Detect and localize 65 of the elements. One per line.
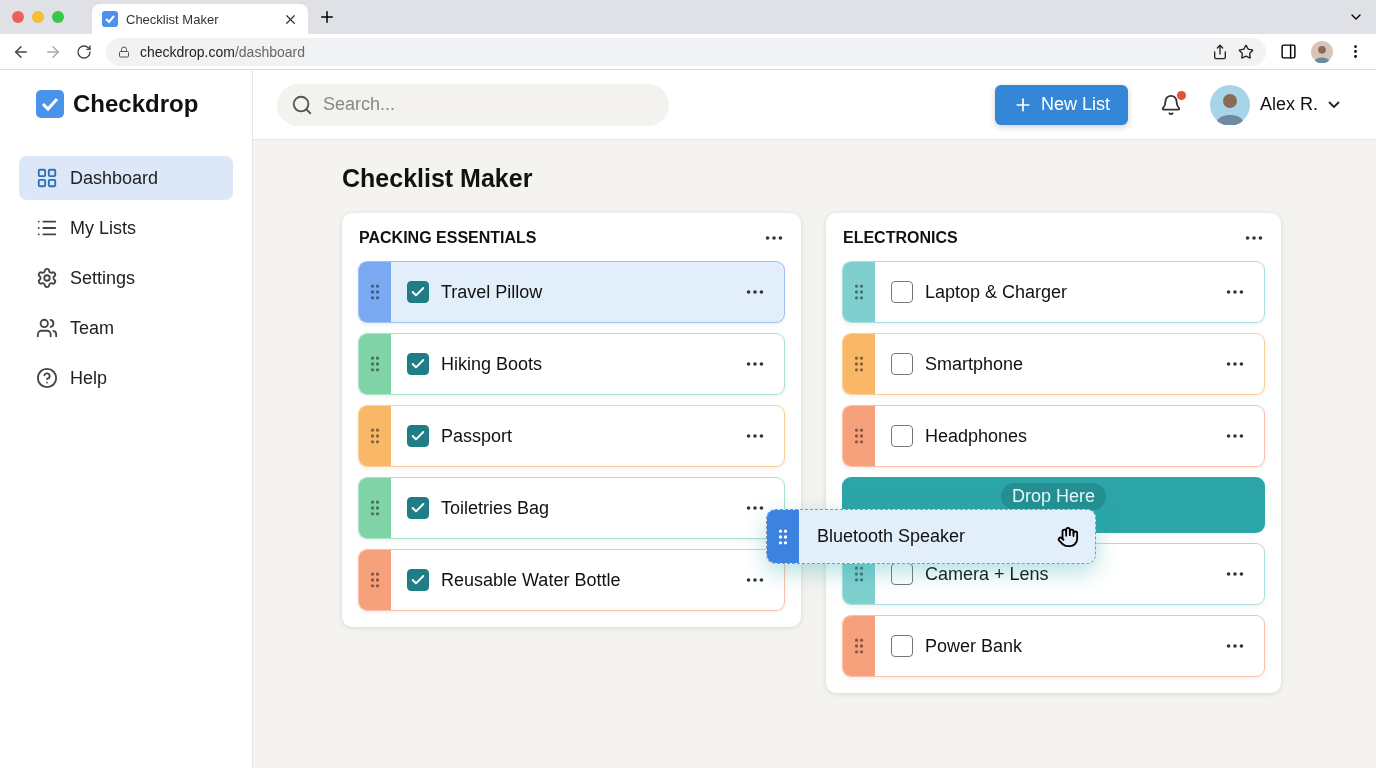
item-label: Reusable Water Bottle <box>441 569 622 591</box>
side-panel-icon[interactable] <box>1280 43 1297 60</box>
item-label: Laptop & Charger <box>925 281 1069 303</box>
checkbox[interactable] <box>407 353 429 375</box>
checkbox[interactable] <box>891 281 913 303</box>
checkbox[interactable] <box>891 425 913 447</box>
new-list-button[interactable]: New List <box>994 84 1128 125</box>
item-label: Hiking Boots <box>441 353 544 375</box>
share-icon[interactable] <box>1212 43 1228 60</box>
reload-icon[interactable] <box>76 43 92 60</box>
item-label: Toiletries Bag <box>441 497 551 519</box>
checklist-item[interactable]: Power Bank <box>842 615 1265 677</box>
checklist-item[interactable]: Headphones <box>842 405 1265 467</box>
item-label: Camera + Lens <box>925 563 1050 585</box>
help-icon <box>36 367 58 389</box>
bell-icon[interactable] <box>1159 93 1182 116</box>
checkbox-logo-icon <box>36 90 64 118</box>
grid-icon <box>36 167 58 189</box>
checklist-item[interactable]: Reusable Water Bottle <box>358 549 785 611</box>
address-bar[interactable]: checkdrop.com/dashboard <box>106 37 1266 66</box>
star-icon[interactable] <box>1238 43 1254 60</box>
search-field[interactable]: Search... <box>277 83 669 126</box>
checkbox[interactable] <box>891 635 913 657</box>
nav-item[interactable]: Settings <box>19 256 233 300</box>
user-avatar[interactable] <box>1209 84 1250 125</box>
checklist-item[interactable]: Travel Pillow <box>358 261 785 323</box>
settings-icon <box>36 267 58 289</box>
item-label: Smartphone <box>925 353 1025 375</box>
item-label: Travel Pillow <box>441 281 544 303</box>
checkbox[interactable] <box>407 425 429 447</box>
user-menu[interactable]: Alex R. <box>1209 84 1340 125</box>
checklist-item[interactable]: Toiletries Bag <box>358 477 785 539</box>
app-logo: Checkdrop <box>73 90 199 118</box>
checklist-item[interactable]: Smartphone <box>842 333 1265 395</box>
close-window-icon[interactable] <box>12 11 24 23</box>
new-tab-icon[interactable] <box>318 8 336 26</box>
checkbox[interactable] <box>407 569 429 591</box>
browser-tab[interactable]: Checklist Maker <box>92 4 308 34</box>
users-icon <box>36 317 58 339</box>
dragged-item[interactable]: Bluetooth Speaker <box>766 509 1096 564</box>
item-label: Power Bank <box>925 635 1024 657</box>
url-text: checkdrop.com/dashboard <box>140 43 305 60</box>
hand-cursor-icon <box>1057 525 1079 548</box>
lock-icon <box>118 45 130 58</box>
checkbox-logo-icon <box>102 11 118 27</box>
list-title: PACKING ESSENTIALS <box>359 229 537 247</box>
checklist-item[interactable]: Passport <box>358 405 785 467</box>
tab-title: Checklist Maker <box>126 11 220 27</box>
chevron-down-icon <box>1328 101 1340 108</box>
checklist-item[interactable]: Hiking Boots <box>358 333 785 395</box>
checkbox[interactable] <box>891 563 913 585</box>
nav-item[interactable]: Dashboard <box>19 156 233 200</box>
nav-item[interactable]: My Lists <box>19 206 233 250</box>
drop-label: Drop Here <box>1001 483 1106 510</box>
item-label: Passport <box>441 425 514 447</box>
checkbox[interactable] <box>407 281 429 303</box>
page-title: Checklist Maker <box>342 164 534 193</box>
checklist-item[interactable]: Laptop & Charger <box>842 261 1265 323</box>
nav-item[interactable]: Team <box>19 306 233 350</box>
list-title: ELECTRONICS <box>843 229 958 247</box>
nav-item[interactable]: Help <box>19 356 233 400</box>
checkbox[interactable] <box>407 497 429 519</box>
profile-avatar[interactable] <box>1311 40 1333 63</box>
checkbox[interactable] <box>891 353 913 375</box>
item-label: Headphones <box>925 425 1029 447</box>
